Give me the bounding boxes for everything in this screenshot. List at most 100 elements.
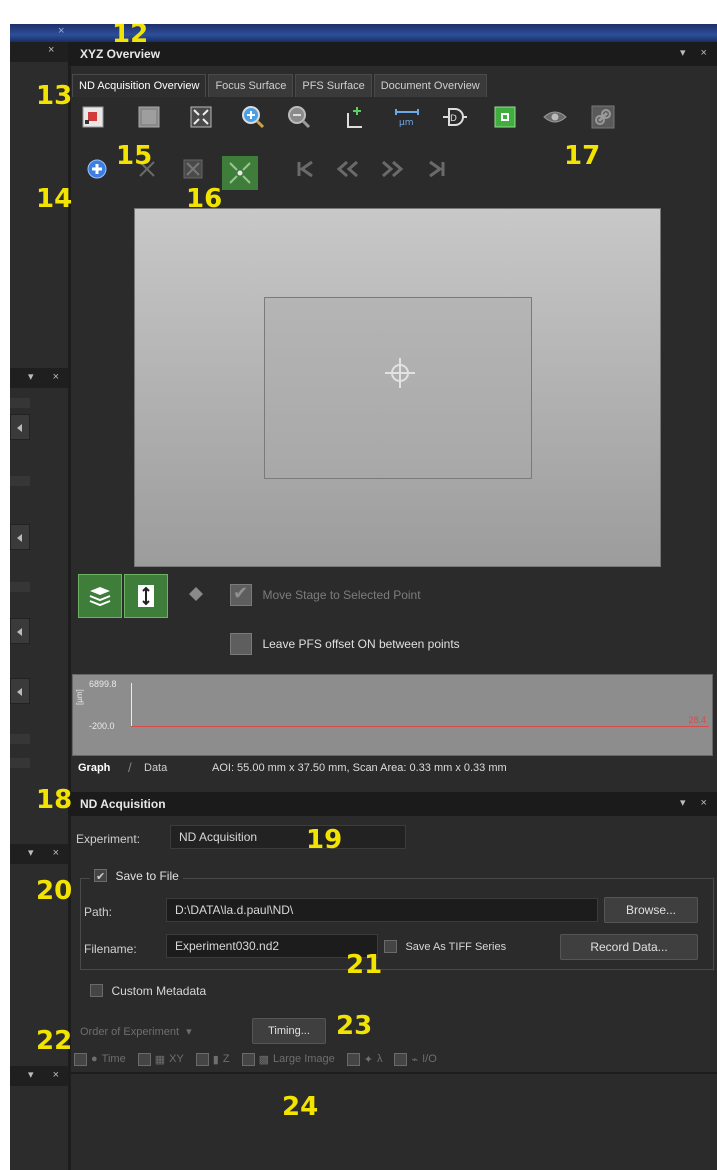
tab-focus-surface[interactable]: Focus Surface: [208, 74, 294, 97]
experiment-field[interactable]: ND Acquisition: [170, 825, 406, 849]
callout-21: 21: [346, 950, 383, 980]
stage-overview-canvas[interactable]: [134, 208, 661, 567]
dim-io[interactable]: I/O: [422, 1053, 437, 1065]
zoom-out-icon[interactable]: [286, 104, 312, 130]
large-image-checkbox[interactable]: [241, 1052, 255, 1066]
filename-label: Filename:: [84, 942, 137, 956]
dock-controls[interactable]: ▾ ×: [28, 370, 67, 383]
graph-ymax: 6899.8: [89, 679, 117, 689]
divider: [68, 1072, 717, 1074]
clear-icon[interactable]: [180, 156, 206, 182]
clock-icon: ●: [91, 1053, 98, 1065]
dock-controls[interactable]: ▾ ×: [28, 846, 67, 859]
dock-stub: [10, 582, 30, 592]
image-icon[interactable]: [136, 104, 162, 130]
callout-22: 22: [36, 1026, 73, 1056]
callout-17: 17: [564, 141, 601, 171]
next-icon[interactable]: [380, 156, 406, 182]
leave-pfs-option[interactable]: Leave PFS offset ON between points: [230, 633, 460, 655]
close-icon[interactable]: ×: [48, 44, 62, 56]
dock-controls[interactable]: ▾ ×: [28, 1068, 67, 1081]
leave-pfs-checkbox[interactable]: [230, 633, 252, 655]
z-checkbox[interactable]: [195, 1052, 209, 1066]
io-checkbox[interactable]: [394, 1052, 408, 1066]
status-bar-text: AOI: 55.00 mm x 37.50 mm, Scan Area: 0.3…: [212, 762, 507, 774]
path-field[interactable]: D:\DATA\la.d.paul\ND\: [166, 898, 598, 922]
move-stage-option[interactable]: Move Stage to Selected Point: [230, 584, 421, 606]
callout-18: 18: [36, 785, 73, 815]
large-image-icon: ▩: [258, 1053, 269, 1066]
previous-icon[interactable]: [334, 156, 360, 182]
path-label: Path:: [84, 905, 113, 919]
center-icon[interactable]: [222, 156, 258, 190]
collapse-left-icon[interactable]: [10, 414, 30, 440]
callout-15: 15: [116, 141, 153, 171]
tab-separator: /: [128, 760, 132, 775]
dim-lambda[interactable]: λ: [377, 1053, 383, 1065]
leave-pfs-label: Leave PFS offset ON between points: [262, 637, 460, 651]
eye-icon[interactable]: [542, 104, 568, 130]
link-icon[interactable]: [590, 104, 616, 130]
overview-panel-header: XYZ Overview ▾ ×: [68, 42, 717, 66]
custom-metadata-checkbox[interactable]: [90, 984, 103, 998]
dim-large-image[interactable]: Large Image: [273, 1053, 335, 1065]
collapse-left-icon[interactable]: [10, 618, 30, 644]
crosshair-icon: [385, 358, 415, 388]
graph-axis: [131, 683, 132, 727]
record-data-button[interactable]: Record Data...: [560, 934, 698, 960]
dock-header: ▾ ×: [10, 844, 68, 864]
xy-checkbox[interactable]: [137, 1052, 151, 1066]
timing-button[interactable]: Timing...: [252, 1018, 326, 1044]
callout-13: 13: [36, 81, 73, 111]
tab-data[interactable]: Data: [144, 762, 167, 774]
time-checkbox[interactable]: [74, 1052, 87, 1066]
capture-icon[interactable]: [492, 104, 518, 130]
collapse-left-icon[interactable]: [10, 678, 30, 704]
panel-controls[interactable]: ▾ ×: [680, 796, 713, 809]
last-icon[interactable]: [424, 156, 450, 182]
save-to-file-option[interactable]: Save to File: [90, 867, 183, 885]
graph-yunit: [µm]: [75, 689, 84, 705]
svg-text:µm: µm: [399, 118, 414, 128]
custom-metadata-option[interactable]: Custom Metadata: [90, 982, 206, 1000]
order-of-experiment-dropdown[interactable]: Order of Experiment ▾: [76, 1020, 244, 1044]
move-stage-checkbox[interactable]: [230, 584, 252, 606]
stage-position-icon[interactable]: [80, 104, 106, 130]
io-icon: ⌁: [411, 1053, 419, 1066]
dim-xy[interactable]: XY: [169, 1053, 184, 1065]
collapse-left-icon[interactable]: [10, 524, 30, 550]
focus-drive-icon[interactable]: D: [442, 104, 468, 130]
dock-header: ▾ ×: [10, 1066, 68, 1086]
first-icon[interactable]: [292, 156, 318, 182]
grid-icon: ▦: [154, 1053, 166, 1066]
close-icon[interactable]: ×: [58, 25, 64, 37]
tab-nd-acquisition-overview[interactable]: ND Acquisition Overview: [72, 74, 207, 97]
chevron-down-icon: ▾: [186, 1026, 192, 1038]
zoom-in-icon[interactable]: [240, 104, 266, 130]
diamond-icon: [188, 586, 204, 607]
z-range-toggle-button[interactable]: [124, 574, 168, 618]
browse-button[interactable]: Browse...: [604, 897, 698, 923]
dim-time[interactable]: Time: [102, 1053, 126, 1065]
lambda-checkbox[interactable]: [346, 1052, 360, 1066]
z-position-graph[interactable]: 6899.8 [µm] -200.0 28.4: [72, 674, 713, 756]
dock-stub: [10, 734, 30, 744]
dim-z[interactable]: Z: [223, 1053, 230, 1065]
tab-graph[interactable]: Graph: [78, 762, 110, 774]
add-point-icon[interactable]: [342, 104, 368, 130]
save-tiff-label: Save As TIFF Series: [405, 940, 507, 953]
tab-pfs-surface[interactable]: PFS Surface: [295, 74, 372, 97]
scale-bar-icon[interactable]: µm: [394, 104, 420, 130]
dimension-tabs: ● Time ▦ XY ▮ Z ▩ Large Image ✦ λ ⌁ I/O: [74, 1048, 584, 1070]
area-of-interest[interactable]: [264, 297, 532, 479]
panel-controls[interactable]: ▾ ×: [680, 46, 713, 59]
save-tiff-option[interactable]: Save As TIFF Series: [384, 938, 506, 956]
add-point-plus-icon[interactable]: [84, 156, 110, 182]
fit-view-icon[interactable]: [188, 104, 214, 130]
save-to-file-checkbox[interactable]: [94, 869, 107, 883]
graph-line: [131, 726, 709, 727]
save-tiff-checkbox[interactable]: [384, 940, 397, 954]
tab-document-overview[interactable]: Document Overview: [373, 74, 487, 97]
layers-toggle-button[interactable]: [78, 574, 122, 618]
callout-12: 12: [112, 24, 149, 49]
